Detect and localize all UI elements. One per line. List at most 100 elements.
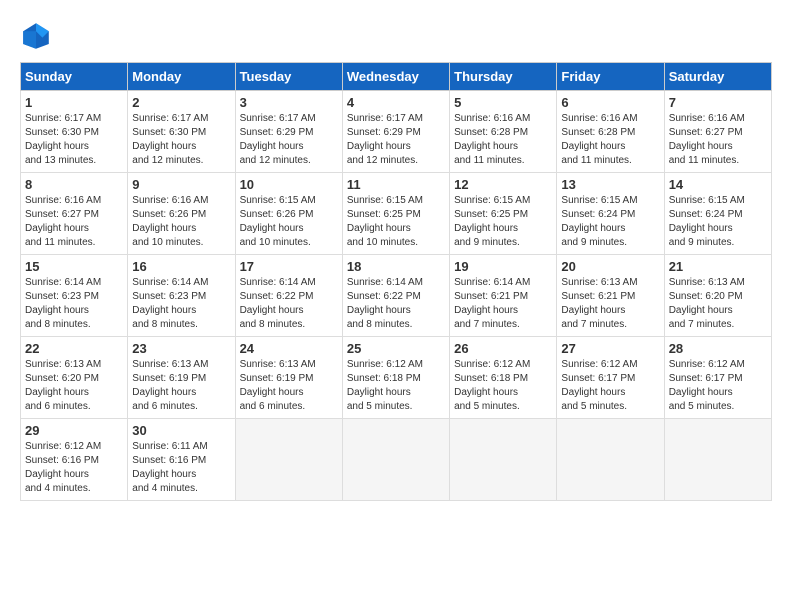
calendar-day-cell: 27 Sunrise: 6:12 AM Sunset: 6:17 PM Dayl… — [557, 337, 664, 419]
day-info: Sunrise: 6:13 AM Sunset: 6:20 PM Dayligh… — [669, 276, 767, 332]
calendar-day-cell: 21 Sunrise: 6:13 AM Sunset: 6:20 PM Dayl… — [664, 255, 771, 337]
day-info: Sunrise: 6:17 AM Sunset: 6:29 PM Dayligh… — [240, 112, 338, 168]
calendar-day-cell — [235, 419, 342, 501]
calendar-day-cell: 29 Sunrise: 6:12 AM Sunset: 6:16 PM Dayl… — [21, 419, 128, 501]
day-number: 12 — [454, 177, 552, 192]
calendar-day-cell: 30 Sunrise: 6:11 AM Sunset: 6:16 PM Dayl… — [128, 419, 235, 501]
calendar-day-cell: 13 Sunrise: 6:15 AM Sunset: 6:24 PM Dayl… — [557, 173, 664, 255]
day-number: 13 — [561, 177, 659, 192]
day-info: Sunrise: 6:14 AM Sunset: 6:22 PM Dayligh… — [240, 276, 338, 332]
calendar-day-cell: 18 Sunrise: 6:14 AM Sunset: 6:22 PM Dayl… — [342, 255, 449, 337]
calendar-header-sunday: Sunday — [21, 63, 128, 91]
calendar-header-row: SundayMondayTuesdayWednesdayThursdayFrid… — [21, 63, 772, 91]
calendar-day-cell — [557, 419, 664, 501]
calendar-week-row: 15 Sunrise: 6:14 AM Sunset: 6:23 PM Dayl… — [21, 255, 772, 337]
day-info: Sunrise: 6:14 AM Sunset: 6:22 PM Dayligh… — [347, 276, 445, 332]
calendar-day-cell: 2 Sunrise: 6:17 AM Sunset: 6:30 PM Dayli… — [128, 91, 235, 173]
day-number: 8 — [25, 177, 123, 192]
calendar-day-cell: 7 Sunrise: 6:16 AM Sunset: 6:27 PM Dayli… — [664, 91, 771, 173]
calendar-day-cell: 10 Sunrise: 6:15 AM Sunset: 6:26 PM Dayl… — [235, 173, 342, 255]
day-info: Sunrise: 6:12 AM Sunset: 6:18 PM Dayligh… — [347, 358, 445, 414]
day-number: 26 — [454, 341, 552, 356]
calendar-day-cell: 16 Sunrise: 6:14 AM Sunset: 6:23 PM Dayl… — [128, 255, 235, 337]
day-info: Sunrise: 6:12 AM Sunset: 6:16 PM Dayligh… — [25, 440, 123, 496]
day-number: 6 — [561, 95, 659, 110]
calendar-week-row: 1 Sunrise: 6:17 AM Sunset: 6:30 PM Dayli… — [21, 91, 772, 173]
calendar-day-cell: 23 Sunrise: 6:13 AM Sunset: 6:19 PM Dayl… — [128, 337, 235, 419]
day-number: 2 — [132, 95, 230, 110]
calendar-week-row: 22 Sunrise: 6:13 AM Sunset: 6:20 PM Dayl… — [21, 337, 772, 419]
day-number: 28 — [669, 341, 767, 356]
day-number: 15 — [25, 259, 123, 274]
calendar-header-thursday: Thursday — [450, 63, 557, 91]
day-number: 9 — [132, 177, 230, 192]
day-info: Sunrise: 6:11 AM Sunset: 6:16 PM Dayligh… — [132, 440, 230, 496]
day-info: Sunrise: 6:12 AM Sunset: 6:17 PM Dayligh… — [669, 358, 767, 414]
day-number: 14 — [669, 177, 767, 192]
day-number: 27 — [561, 341, 659, 356]
logo-icon — [20, 20, 52, 52]
day-info: Sunrise: 6:14 AM Sunset: 6:23 PM Dayligh… — [132, 276, 230, 332]
day-info: Sunrise: 6:15 AM Sunset: 6:26 PM Dayligh… — [240, 194, 338, 250]
day-number: 11 — [347, 177, 445, 192]
day-info: Sunrise: 6:15 AM Sunset: 6:24 PM Dayligh… — [561, 194, 659, 250]
day-info: Sunrise: 6:15 AM Sunset: 6:25 PM Dayligh… — [454, 194, 552, 250]
calendar-day-cell: 4 Sunrise: 6:17 AM Sunset: 6:29 PM Dayli… — [342, 91, 449, 173]
day-number: 29 — [25, 423, 123, 438]
day-number: 18 — [347, 259, 445, 274]
calendar-day-cell: 20 Sunrise: 6:13 AM Sunset: 6:21 PM Dayl… — [557, 255, 664, 337]
calendar-day-cell — [342, 419, 449, 501]
calendar-day-cell: 6 Sunrise: 6:16 AM Sunset: 6:28 PM Dayli… — [557, 91, 664, 173]
calendar-week-row: 8 Sunrise: 6:16 AM Sunset: 6:27 PM Dayli… — [21, 173, 772, 255]
calendar-day-cell: 11 Sunrise: 6:15 AM Sunset: 6:25 PM Dayl… — [342, 173, 449, 255]
day-number: 30 — [132, 423, 230, 438]
day-number: 24 — [240, 341, 338, 356]
day-info: Sunrise: 6:13 AM Sunset: 6:20 PM Dayligh… — [25, 358, 123, 414]
calendar-day-cell: 5 Sunrise: 6:16 AM Sunset: 6:28 PM Dayli… — [450, 91, 557, 173]
day-number: 17 — [240, 259, 338, 274]
calendar-day-cell: 19 Sunrise: 6:14 AM Sunset: 6:21 PM Dayl… — [450, 255, 557, 337]
day-number: 1 — [25, 95, 123, 110]
day-info: Sunrise: 6:17 AM Sunset: 6:29 PM Dayligh… — [347, 112, 445, 168]
day-number: 25 — [347, 341, 445, 356]
calendar-day-cell: 9 Sunrise: 6:16 AM Sunset: 6:26 PM Dayli… — [128, 173, 235, 255]
calendar-day-cell: 12 Sunrise: 6:15 AM Sunset: 6:25 PM Dayl… — [450, 173, 557, 255]
day-info: Sunrise: 6:12 AM Sunset: 6:17 PM Dayligh… — [561, 358, 659, 414]
calendar-header-tuesday: Tuesday — [235, 63, 342, 91]
day-info: Sunrise: 6:16 AM Sunset: 6:26 PM Dayligh… — [132, 194, 230, 250]
day-info: Sunrise: 6:17 AM Sunset: 6:30 PM Dayligh… — [25, 112, 123, 168]
day-number: 19 — [454, 259, 552, 274]
calendar-day-cell — [450, 419, 557, 501]
day-number: 3 — [240, 95, 338, 110]
calendar-header-monday: Monday — [128, 63, 235, 91]
day-number: 5 — [454, 95, 552, 110]
calendar-day-cell: 17 Sunrise: 6:14 AM Sunset: 6:22 PM Dayl… — [235, 255, 342, 337]
day-info: Sunrise: 6:16 AM Sunset: 6:27 PM Dayligh… — [25, 194, 123, 250]
calendar-header-wednesday: Wednesday — [342, 63, 449, 91]
calendar-header-saturday: Saturday — [664, 63, 771, 91]
day-info: Sunrise: 6:13 AM Sunset: 6:19 PM Dayligh… — [240, 358, 338, 414]
day-number: 20 — [561, 259, 659, 274]
calendar-day-cell: 8 Sunrise: 6:16 AM Sunset: 6:27 PM Dayli… — [21, 173, 128, 255]
day-number: 4 — [347, 95, 445, 110]
day-number: 21 — [669, 259, 767, 274]
calendar-day-cell: 22 Sunrise: 6:13 AM Sunset: 6:20 PM Dayl… — [21, 337, 128, 419]
calendar-header-friday: Friday — [557, 63, 664, 91]
calendar-day-cell: 3 Sunrise: 6:17 AM Sunset: 6:29 PM Dayli… — [235, 91, 342, 173]
calendar-week-row: 29 Sunrise: 6:12 AM Sunset: 6:16 PM Dayl… — [21, 419, 772, 501]
day-info: Sunrise: 6:12 AM Sunset: 6:18 PM Dayligh… — [454, 358, 552, 414]
day-info: Sunrise: 6:14 AM Sunset: 6:21 PM Dayligh… — [454, 276, 552, 332]
day-info: Sunrise: 6:14 AM Sunset: 6:23 PM Dayligh… — [25, 276, 123, 332]
calendar-day-cell: 1 Sunrise: 6:17 AM Sunset: 6:30 PM Dayli… — [21, 91, 128, 173]
logo — [20, 20, 56, 52]
calendar-day-cell: 24 Sunrise: 6:13 AM Sunset: 6:19 PM Dayl… — [235, 337, 342, 419]
calendar-day-cell: 26 Sunrise: 6:12 AM Sunset: 6:18 PM Dayl… — [450, 337, 557, 419]
calendar-day-cell: 14 Sunrise: 6:15 AM Sunset: 6:24 PM Dayl… — [664, 173, 771, 255]
day-info: Sunrise: 6:17 AM Sunset: 6:30 PM Dayligh… — [132, 112, 230, 168]
header — [20, 20, 772, 52]
day-number: 10 — [240, 177, 338, 192]
calendar-day-cell: 15 Sunrise: 6:14 AM Sunset: 6:23 PM Dayl… — [21, 255, 128, 337]
day-number: 22 — [25, 341, 123, 356]
day-info: Sunrise: 6:15 AM Sunset: 6:24 PM Dayligh… — [669, 194, 767, 250]
day-info: Sunrise: 6:16 AM Sunset: 6:27 PM Dayligh… — [669, 112, 767, 168]
